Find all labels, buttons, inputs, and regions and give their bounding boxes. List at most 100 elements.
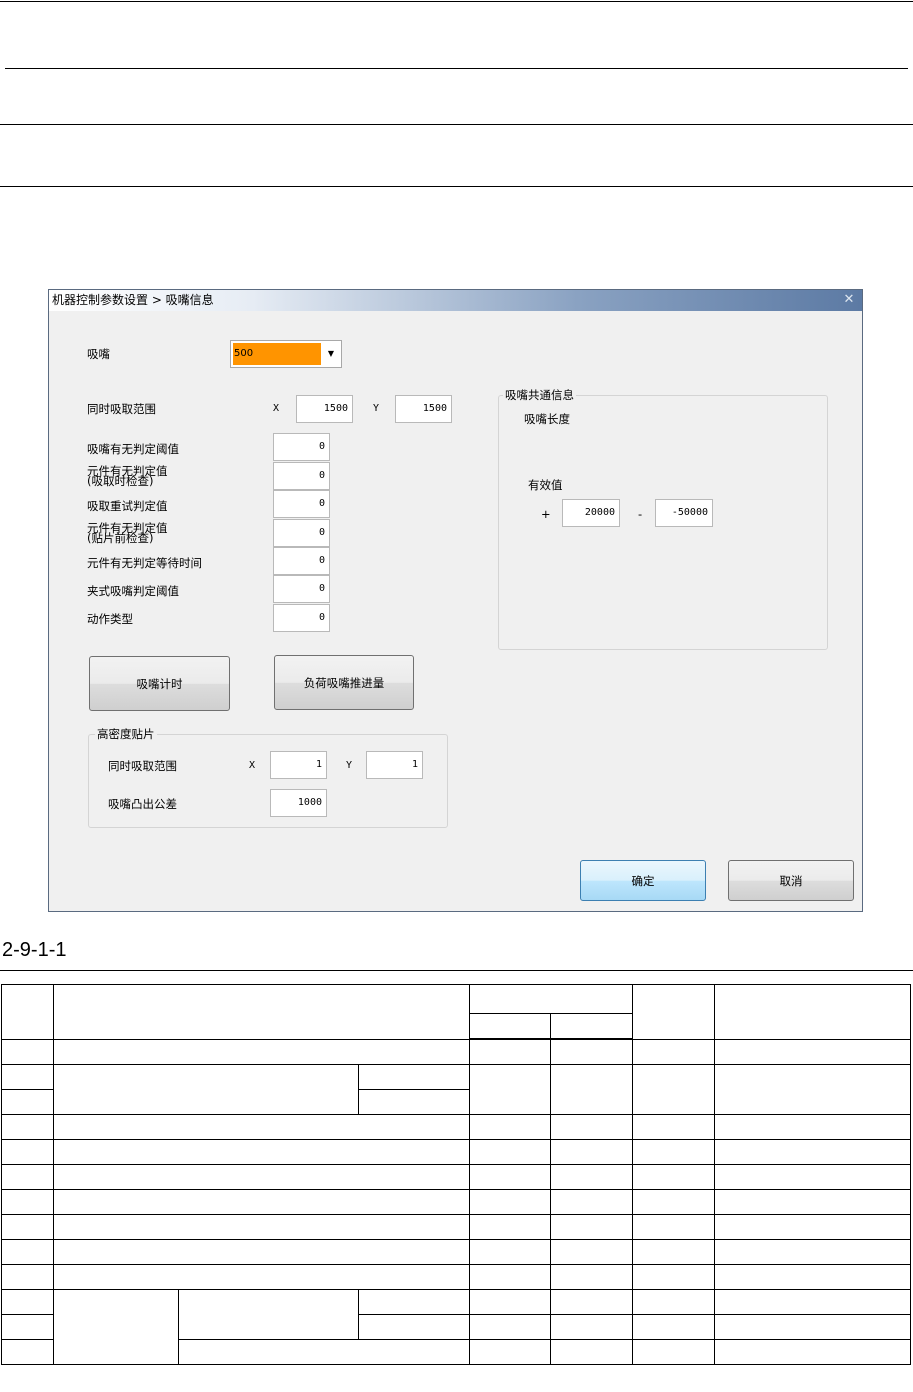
load-nozzle-push-button[interactable]: 负荷吸嘴推进量	[274, 655, 414, 710]
table-cell	[714, 1038, 912, 1065]
window-title: 机器控制参数设置 > 吸嘴信息	[52, 293, 214, 307]
table-cell	[632, 1189, 716, 1215]
table-cell	[1, 1289, 54, 1315]
hd-x-input[interactable]: 1	[270, 751, 327, 779]
table-cell	[469, 1314, 552, 1340]
table-cell	[53, 1289, 179, 1365]
simul-range-label: 同时吸取范围	[87, 402, 156, 416]
table-cell	[632, 1064, 716, 1115]
table-row	[1, 1038, 912, 1065]
table-cell	[550, 1214, 634, 1240]
chevron-down-icon[interactable]: ▼	[323, 343, 339, 365]
figure-caption: 2-9-1-1	[2, 939, 67, 961]
table-cell	[632, 1239, 716, 1265]
table-cell	[1, 1164, 54, 1190]
table-cell	[550, 1139, 634, 1165]
table-cell	[550, 1339, 634, 1365]
table-cell	[469, 1339, 552, 1365]
hd-range-label: 同时吸取范围	[108, 759, 177, 773]
dialog-client: 吸嘴 500 ▼ 同时吸取范围 X 1500 Y 1500 吸嘴有无判定阈值 0…	[51, 312, 860, 909]
table-cell	[1, 1089, 54, 1115]
table-row	[1, 1239, 912, 1265]
caption-rule	[0, 970, 913, 971]
table-cell	[714, 1214, 912, 1240]
table-cell	[469, 1264, 552, 1290]
table-cell	[1, 1314, 54, 1340]
minus-sign: -	[638, 507, 643, 521]
nozzle-info-dialog: 机器控制参数设置 > 吸嘴信息 ✕ 吸嘴 500 ▼ 同时吸取范围 X 1500…	[48, 289, 863, 912]
table-cell	[469, 1214, 552, 1240]
table-cell	[469, 1139, 552, 1165]
table-cell	[469, 1164, 552, 1190]
table-cell	[469, 1114, 552, 1140]
table-cell	[177, 1339, 471, 1365]
table-cell	[714, 1264, 912, 1290]
param-input[interactable]: 0	[273, 547, 330, 575]
table-cell	[714, 1164, 912, 1190]
table-row	[1, 1114, 912, 1140]
close-icon[interactable]: ✕	[842, 293, 856, 307]
table-cell	[714, 1064, 912, 1115]
header-rule-2	[5, 68, 908, 69]
hd-y-label: Y	[346, 760, 353, 771]
table-header-row	[1, 984, 912, 1040]
hd-y-input[interactable]: 1	[366, 751, 423, 779]
high-density-group	[88, 734, 448, 828]
table-cell	[550, 1013, 634, 1040]
table-cell	[469, 1038, 552, 1065]
header-rule-3	[0, 124, 913, 125]
table-cell	[714, 984, 912, 1040]
plus-sign: +	[541, 507, 551, 521]
param-input[interactable]: 0	[273, 433, 330, 461]
table-cell	[550, 1289, 634, 1315]
table-cell	[357, 1064, 471, 1090]
simul-range-y-input[interactable]: 1500	[395, 395, 452, 423]
simul-range-y-label: Y	[373, 403, 380, 414]
table-cell	[550, 1239, 634, 1265]
table-cell	[52, 1239, 471, 1265]
nozzle-select[interactable]: 500 ▼	[230, 340, 342, 368]
header-rule-4	[0, 186, 913, 187]
param-label: 夹式吸嘴判定阈值	[87, 584, 179, 598]
table-cell	[1, 1064, 54, 1090]
table-cell	[178, 1289, 359, 1340]
ok-button[interactable]: 确定	[580, 860, 706, 901]
param-label: 动作类型	[87, 612, 133, 626]
table-row	[1, 1189, 912, 1215]
nozzle-select-value: 500	[233, 343, 321, 365]
parameter-table	[1, 984, 912, 1365]
table-cell	[1, 984, 54, 1040]
param-label: 元件有无判定等待时间	[87, 556, 202, 570]
param-input[interactable]: 0	[273, 604, 330, 632]
valid-value-label: 有效值	[528, 478, 563, 492]
plus-value-input[interactable]: 20000	[562, 499, 620, 527]
hd-tolerance-label: 吸嘴凸出公差	[108, 797, 177, 811]
cancel-button[interactable]: 取消	[728, 860, 854, 901]
table-cell	[632, 1038, 716, 1065]
table-cell	[469, 1289, 552, 1315]
table-cell	[1, 1214, 54, 1240]
param-input[interactable]: 0	[273, 575, 330, 603]
table-cell	[1, 1114, 54, 1140]
param-input[interactable]: 0	[273, 519, 330, 547]
param-input[interactable]: 0	[273, 462, 330, 490]
param-input[interactable]: 0	[273, 490, 330, 518]
table-cell	[52, 984, 471, 1040]
table-cell	[52, 1139, 471, 1165]
table-cell	[714, 1139, 912, 1165]
simul-range-x-input[interactable]: 1500	[296, 395, 353, 423]
table-cell	[1, 1239, 54, 1265]
table-cell	[550, 1064, 634, 1115]
hd-tolerance-input[interactable]: 1000	[270, 789, 327, 817]
table-cell	[1, 1038, 54, 1065]
minus-value-input[interactable]: -50000	[655, 499, 713, 527]
table-cell	[632, 1264, 716, 1290]
table-cell	[714, 1314, 912, 1340]
table-cell	[52, 1189, 471, 1215]
table-cell	[550, 1314, 634, 1340]
hd-x-label: X	[249, 760, 256, 771]
nozzle-timing-button[interactable]: 吸嘴计时	[89, 656, 230, 711]
table-cell	[632, 984, 716, 1040]
table-cell	[714, 1339, 912, 1365]
table-cell	[1, 1339, 54, 1365]
